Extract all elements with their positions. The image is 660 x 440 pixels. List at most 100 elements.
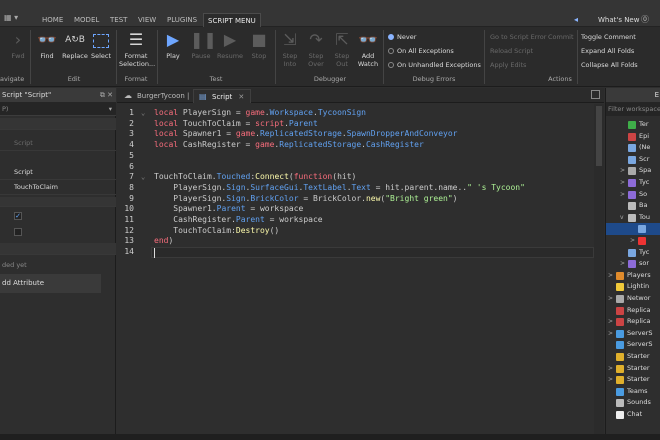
step-into-button[interactable]: ⇲ Step Into: [280, 29, 300, 68]
add-watch-button[interactable]: 👓 Add Watch: [356, 29, 380, 68]
code-line[interactable]: local PlayerSign = game.Workspace.Tycoon…: [154, 108, 366, 119]
explorer-item[interactable]: Ba: [606, 200, 660, 211]
step-over-button[interactable]: ↷ Step Over: [306, 29, 326, 68]
commit-button[interactable]: Commit: [548, 33, 574, 42]
code-line[interactable]: CashRegister.Parent = workspace: [154, 215, 322, 226]
explorer-item[interactable]: Starter: [606, 351, 660, 362]
fold-toggle-icon[interactable]: ⌄: [141, 172, 145, 183]
explorer-item[interactable]: > Spa: [606, 165, 660, 176]
add-attribute-button[interactable]: dd Attribute: [0, 274, 101, 293]
chevron-right-icon[interactable]: >: [608, 328, 613, 339]
pause-button[interactable]: ❚❚ Pause: [190, 29, 217, 60]
explorer-item[interactable]: v Tou: [606, 212, 660, 223]
stop-button[interactable]: ■ Stop: [248, 29, 270, 60]
maximize-icon[interactable]: [591, 90, 600, 99]
replace-button[interactable]: A↻B Replace: [62, 29, 88, 60]
app-grid-icon[interactable]: ▦ ▾: [4, 13, 18, 22]
explorer-filter-input[interactable]: Filter workspace: [606, 102, 660, 116]
tab-test[interactable]: TEST: [106, 13, 131, 27]
code-line[interactable]: TouchToClaim:Destroy(): [154, 226, 279, 237]
toggle-comment-button[interactable]: Toggle Comment: [581, 33, 636, 42]
explorer-item[interactable]: Epi: [606, 131, 660, 142]
scrollbar-thumb[interactable]: [596, 106, 602, 166]
section-header[interactable]: [0, 197, 116, 207]
checkbox-unchecked[interactable]: [14, 228, 22, 236]
code-line[interactable]: end): [154, 236, 173, 247]
code-line[interactable]: PlayerSign.Sign.SurfaceGui.TextLabel.Tex…: [154, 183, 525, 194]
explorer-item[interactable]: Scr: [606, 154, 660, 165]
properties-filter-input[interactable]: P) ▾: [0, 102, 116, 116]
explorer-item[interactable]: Sounds: [606, 397, 660, 408]
resume-button[interactable]: ▶ Resume: [216, 29, 244, 60]
fwd-button[interactable]: › Fwd: [8, 29, 28, 60]
explorer-item[interactable]: > Networ: [606, 293, 660, 304]
chevron-right-icon[interactable]: >: [620, 177, 625, 188]
explorer-item[interactable]: > Starter: [606, 374, 660, 385]
code-line[interactable]: PlayerSign.Sign.BrickColor = BrickColor.…: [154, 194, 457, 205]
collapse-all-folds-button[interactable]: Collapse All Folds: [581, 61, 638, 70]
debug-never-radio[interactable]: Never: [388, 33, 416, 42]
explorer-item[interactable]: Lightin: [606, 281, 660, 292]
chevron-right-icon[interactable]: >: [620, 189, 625, 200]
apply-edits-button[interactable]: Apply Edits: [490, 61, 526, 70]
code-editor[interactable]: 1 local PlayerSign = game.Workspace.Tycoo…: [117, 104, 604, 434]
tab-burger-tycoon[interactable]: ☁ BurgerTycoon |: [119, 89, 191, 103]
explorer-item[interactable]: Teams: [606, 386, 660, 397]
property-parent[interactable]: TouchToClaim: [0, 179, 116, 195]
chevron-right-icon[interactable]: >: [608, 270, 613, 281]
chevron-right-icon[interactable]: >: [608, 363, 613, 374]
tab-model[interactable]: MODEL: [70, 13, 103, 27]
reload-script-button[interactable]: Reload Script: [490, 47, 533, 56]
vertical-scrollbar[interactable]: [594, 104, 604, 434]
tab-view[interactable]: VIEW: [134, 13, 160, 27]
go-to-script-error-button[interactable]: Go to Script Error: [490, 33, 546, 42]
code-line[interactable]: local CashRegister = game.ReplicatedStor…: [154, 140, 424, 151]
explorer-item[interactable]: [606, 223, 660, 235]
tab-plugins[interactable]: PLUGINS: [163, 13, 201, 27]
explorer-item[interactable]: Chat: [606, 409, 660, 420]
close-icon[interactable]: ✕: [238, 93, 244, 101]
step-out-button[interactable]: ⇱ Step Out: [332, 29, 352, 68]
help-icon[interactable]: ⓪: [641, 13, 649, 27]
find-button[interactable]: 👓 Find: [36, 29, 58, 60]
explorer-item[interactable]: > Players: [606, 270, 660, 281]
explorer-item[interactable]: Ter: [606, 119, 660, 130]
explorer-item[interactable]: (Ne: [606, 142, 660, 153]
select-button[interactable]: Select: [90, 29, 112, 60]
panel-buttons[interactable]: ⧉ ✕: [100, 88, 113, 102]
chevron-down-icon[interactable]: v: [620, 212, 624, 223]
whats-new-button[interactable]: What's New: [598, 13, 639, 27]
format-selection-button[interactable]: ☰ Format Selection...: [119, 29, 155, 68]
explorer-item[interactable]: ServerS: [606, 339, 660, 350]
code-line[interactable]: local TouchToClaim = script.Parent: [154, 119, 318, 130]
tab-home[interactable]: HOME: [38, 13, 67, 27]
chevron-right-icon[interactable]: >: [608, 293, 613, 304]
explorer-item[interactable]: > ServerS: [606, 328, 660, 339]
explorer-item[interactable]: >: [606, 235, 660, 246]
attributes-header[interactable]: [0, 243, 116, 255]
chevron-right-icon[interactable]: >: [620, 165, 625, 176]
checkbox-checked[interactable]: ✓: [14, 212, 22, 220]
tab-script[interactable]: ▤ Script ✕: [193, 89, 251, 103]
chevron-right-icon[interactable]: >: [630, 235, 635, 246]
chevron-right-icon[interactable]: >: [620, 258, 625, 269]
explorer-item[interactable]: Replica: [606, 305, 660, 316]
explorer-item[interactable]: > So: [606, 189, 660, 200]
explorer-item[interactable]: > Starter: [606, 363, 660, 374]
play-button[interactable]: ▶ Play: [162, 29, 184, 60]
section-header[interactable]: [0, 118, 116, 130]
chevron-right-icon[interactable]: >: [608, 374, 613, 385]
explorer-item[interactable]: > Tyc: [606, 177, 660, 188]
explorer-item[interactable]: Tyc: [606, 247, 660, 258]
tab-script-menu[interactable]: SCRIPT MENU: [203, 13, 261, 27]
chevron-right-icon[interactable]: >: [608, 316, 613, 327]
debug-all-exceptions-radio[interactable]: On All Exceptions: [388, 47, 454, 56]
code-line[interactable]: Spawner1.Parent = workspace: [154, 204, 303, 215]
property-name[interactable]: Script: [0, 164, 116, 180]
code-line[interactable]: local Spawner1 = game.ReplicatedStorage.…: [154, 129, 457, 140]
expand-all-folds-button[interactable]: Expand All Folds: [581, 47, 634, 56]
fold-toggle-icon[interactable]: ⌄: [141, 108, 145, 119]
explorer-item[interactable]: > sor: [606, 258, 660, 269]
explorer-item[interactable]: > Replica: [606, 316, 660, 327]
debug-unhandled-radio[interactable]: On Unhandled Exceptions: [388, 61, 481, 70]
